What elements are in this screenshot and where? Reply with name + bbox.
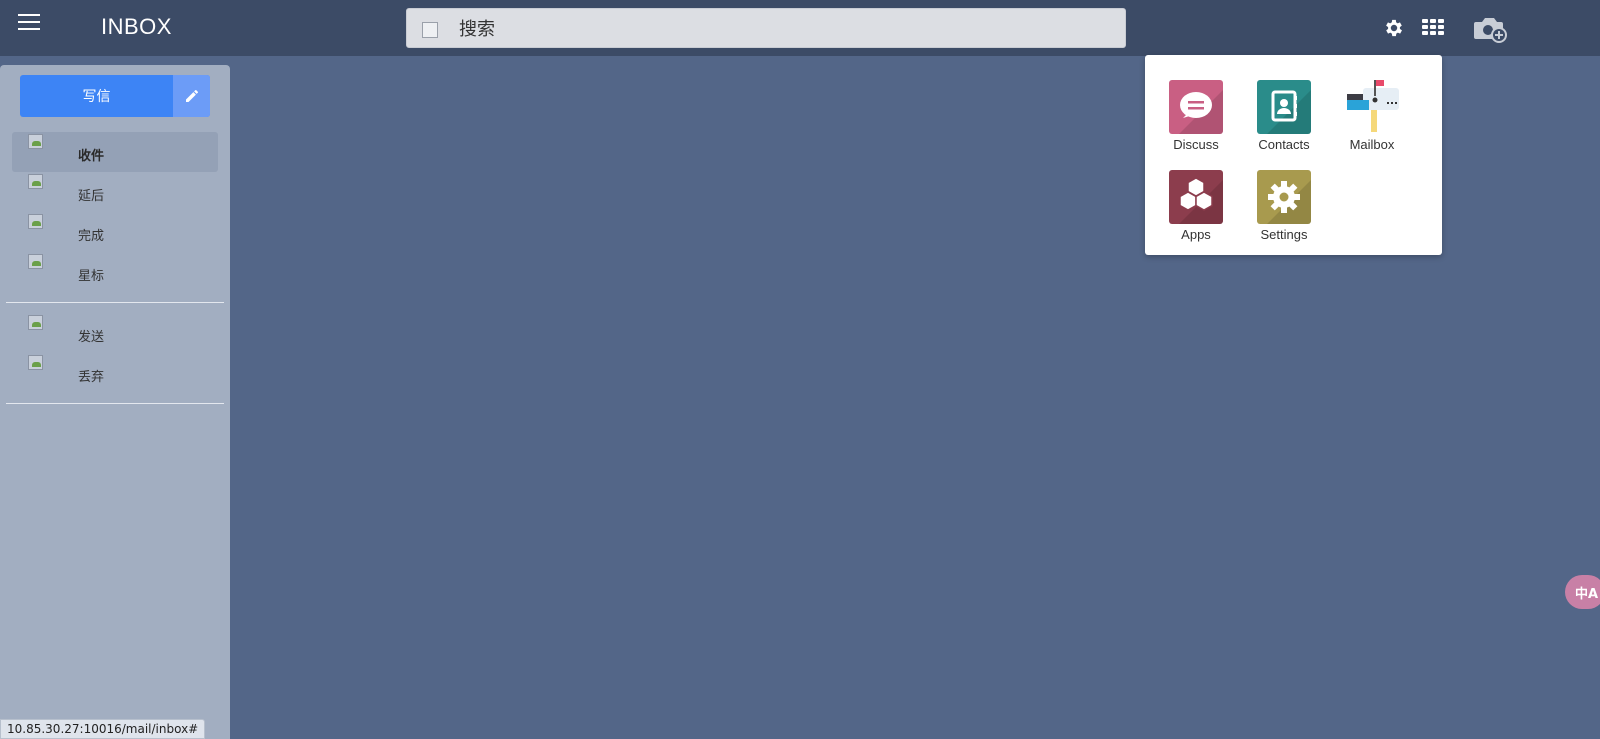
sidebar-item-done[interactable]: 完成 (12, 212, 218, 252)
app-tile-contacts[interactable]: Contacts (1249, 80, 1319, 160)
settings-gear-icon (1257, 170, 1311, 224)
sidebar-item-snoozed[interactable]: 延后 (12, 172, 218, 212)
top-bar: INBOX (0, 0, 1600, 56)
sidebar-item-label: 星标 (78, 269, 105, 284)
app-tile-apps[interactable]: Apps (1161, 170, 1231, 250)
app-tile-label: Contacts (1258, 137, 1310, 152)
divider (6, 302, 224, 303)
compose-edit-button[interactable] (173, 75, 210, 117)
sidebar-item-inbox[interactable]: 收件 (12, 132, 218, 172)
star-icon (28, 254, 43, 269)
sidebar-item-sent[interactable]: 发送 (12, 313, 218, 353)
camera-add-icon[interactable] (1473, 14, 1507, 44)
compose-button-group: 写信 (20, 75, 210, 117)
status-bar-url: 10.85.30.27:10016/mail/inbox# (0, 719, 206, 739)
app-switcher-menu: Discuss Contacts Mailbox Apps Settings (1145, 55, 1442, 255)
divider (6, 403, 224, 404)
app-tile-mailbox[interactable]: Mailbox (1337, 80, 1407, 160)
sidebar-item-starred[interactable]: 星标 (12, 252, 218, 292)
search-input[interactable] (459, 15, 1099, 43)
sent-icon (28, 315, 43, 330)
inbox-icon (28, 134, 43, 149)
pencil-icon (185, 89, 198, 102)
translate-icon: 中A (1575, 586, 1599, 602)
contacts-icon (1257, 80, 1311, 134)
app-tile-label: Apps (1181, 227, 1211, 242)
sidebar-item-label: 延后 (78, 189, 105, 204)
mailbox-icon (1345, 80, 1399, 134)
discuss-icon (1169, 80, 1223, 134)
sidebar-item-label: 收件 (78, 149, 105, 164)
done-icon (28, 214, 43, 229)
app-tile-settings[interactable]: Settings (1249, 170, 1319, 250)
snooze-icon (28, 174, 43, 189)
translate-button[interactable]: 中A (1565, 575, 1600, 609)
compose-button[interactable]: 写信 (20, 75, 173, 117)
app-tile-label: Settings (1260, 227, 1308, 242)
hamburger-menu-icon[interactable] (18, 14, 40, 32)
sidebar-item-label: 发送 (78, 330, 105, 345)
trash-icon (28, 355, 43, 370)
app-grid-icon[interactable] (1422, 19, 1444, 37)
search-icon (422, 22, 438, 38)
page-title: INBOX (101, 14, 172, 39)
sidebar-item-label: 丢弃 (78, 370, 105, 385)
apps-cubes-icon (1169, 170, 1223, 224)
gear-icon[interactable] (1383, 17, 1405, 39)
app-tile-discuss[interactable]: Discuss (1161, 80, 1231, 160)
sidebar-item-label: 完成 (78, 229, 105, 244)
search-bar[interactable] (406, 8, 1126, 48)
sidebar: 写信 收件 延后 完成 星标 发送 丢弃 (0, 65, 230, 739)
app-tile-label: Discuss (1173, 137, 1219, 152)
sidebar-item-trash[interactable]: 丢弃 (12, 353, 218, 393)
app-tile-label: Mailbox (1349, 137, 1395, 152)
